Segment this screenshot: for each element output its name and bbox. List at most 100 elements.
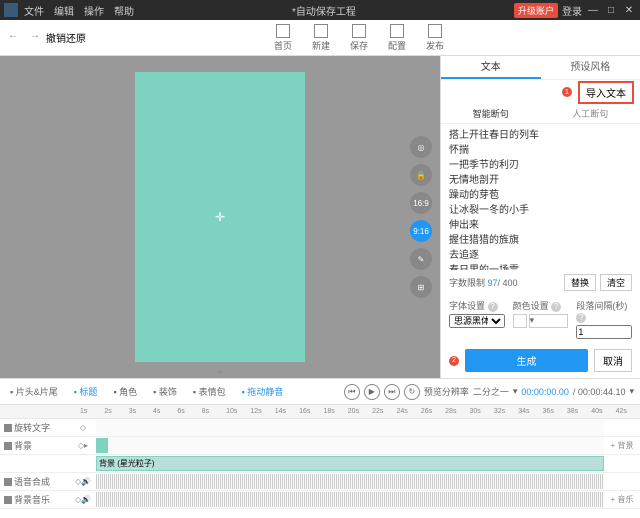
tab-text[interactable]: 文本 [441,56,541,79]
config-icon [390,24,404,38]
resolution-label: 预览分辨率 [424,385,469,398]
subtab-manual[interactable]: 人工断句 [541,104,640,123]
target-tool-icon[interactable]: ◎ [410,136,432,158]
waveform [96,492,604,507]
canvas-tools: ◎ 🔒 16:9 9:16 ✎ ⊞ [410,136,432,298]
forward-icon[interactable]: → [30,30,46,46]
track-bg: 背景 ◇▸ + 背景 [0,437,640,455]
lyrics-textarea[interactable]: 搭上开往春日的列车怀揣一把季节的利刃无情地剖开躁动的芽苞让冰裂一冬的小手伸出来握… [441,124,640,270]
track-content[interactable] [96,473,604,490]
track-content[interactable] [96,437,604,454]
color-dropdown[interactable]: ▾ [529,314,569,328]
char-count: 97 [488,278,498,288]
add-music-button[interactable]: + 音乐 [604,494,640,505]
time-total: / 00:00:44.10 [573,387,626,397]
expand-down-icon[interactable]: ⌄ [216,365,224,376]
tab-intro[interactable]: ▪ 片头&片尾 [6,385,62,398]
track-music: 背景音乐 ◇🔊 + 音乐 [0,491,640,509]
center-cross-icon: ✛ [215,210,225,224]
help-icon[interactable]: ? [488,302,498,312]
back-icon[interactable]: ← [8,30,24,46]
menu-edit[interactable]: 编辑 [54,3,74,18]
lock-tool-icon[interactable]: 🔒 [410,164,432,186]
edit-tool-icon[interactable]: ✎ [410,248,432,270]
help-icon[interactable]: ? [551,302,561,312]
menu-help[interactable]: 帮助 [114,3,134,18]
resolution-value[interactable]: 二分之一 [473,385,509,398]
close-icon[interactable]: ✕ [622,5,636,16]
minimize-icon[interactable]: — [586,5,600,16]
timeline-ruler[interactable]: 1s2s3s4s6s8s10s12s14s16s18s20s22s24s26s2… [0,405,640,419]
track-mute-icon[interactable]: ◇🔊 [70,495,96,504]
window-title: *自动保存工程 [134,3,514,18]
replace-button[interactable]: 替换 [564,274,596,291]
toolbar: ← → 撤销 还原 首页 新建 保存 配置 发布 [0,20,640,56]
track-visibility-icon[interactable]: ◇ [70,423,96,432]
next-button[interactable]: ⏭ [384,384,400,400]
help-icon[interactable]: ? [576,313,586,323]
tab-mute[interactable]: ▪ 拖动静音 [238,385,288,398]
color-swatch[interactable] [513,314,527,328]
home-icon [276,24,290,38]
clear-button[interactable]: 清空 [600,274,632,291]
canvas-area[interactable]: ✛ ◎ 🔒 16:9 9:16 ✎ ⊞ ⌄ [0,56,440,378]
tab-title[interactable]: ▪ 标题 [70,385,102,398]
subtab-smart[interactable]: 智能断句 [441,104,541,123]
prev-button[interactable]: ⏮ [344,384,360,400]
publish-icon [428,24,442,38]
font-setting-label: 字体设置 [449,301,485,311]
music-track-icon [4,496,12,504]
track-content[interactable] [96,491,604,508]
canvas[interactable]: ✛ [135,72,305,362]
play-button[interactable]: ▶ [364,384,380,400]
toolbar-home[interactable]: 首页 [274,24,292,52]
tab-sticker[interactable]: ▪ 表情包 [189,385,230,398]
bg-track-icon [4,442,12,450]
transform-tool-icon[interactable]: ⊞ [410,276,432,298]
timeline: 1s2s3s4s6s8s10s12s14s16s18s20s22s24s26s2… [0,404,640,518]
tab-role[interactable]: ▪ 角色 [109,385,141,398]
upgrade-badge[interactable]: 升级账户 [514,3,558,18]
cancel-button[interactable]: 取消 [594,349,632,372]
track-content[interactable]: 背景 (星光粒子) [96,455,604,472]
login-link[interactable]: 登录 [562,3,582,18]
ratio-16-9[interactable]: 16:9 [410,192,432,214]
track-content[interactable] [96,419,604,436]
add-bg-button[interactable]: + 背景 [604,440,640,451]
generate-button[interactable]: 生成 [465,349,588,372]
maximize-icon[interactable]: □ [604,5,618,16]
new-icon [314,24,328,38]
track-voice: 语音合成 ◇🔊 [0,473,640,491]
track-expand-icon[interactable]: ◇▸ [70,441,96,450]
toolbar-publish[interactable]: 发布 [426,24,444,52]
redo-label[interactable]: 还原 [66,30,86,45]
undo-label[interactable]: 撤销 [46,30,66,45]
toolbar-save[interactable]: 保存 [350,24,368,52]
interval-label: 段落间隔(秒) [576,301,627,311]
char-max: / 400 [498,278,518,288]
tab-decor[interactable]: ▪ 装饰 [149,385,181,398]
import-text-button[interactable]: 导入文本 [578,81,634,104]
menu-action[interactable]: 操作 [84,3,104,18]
time-current: 00:00:00.00 [521,387,569,397]
bg-clip[interactable]: 背景 (星光粒子) [96,456,604,471]
ratio-9-16[interactable]: 9:16 [410,220,432,242]
menu-file[interactable]: 文件 [24,3,44,18]
font-select[interactable]: 思源黑体 [449,314,505,328]
loop-button[interactable]: ↻ [404,384,420,400]
main-menu: 文件 编辑 操作 帮助 [24,3,134,18]
track-text: 旋转文字 ◇ [0,419,640,437]
track-bg-sub: 背景 (星光粒子) [0,455,640,473]
track-mute-icon[interactable]: ◇🔊 [70,477,96,486]
toolbar-new[interactable]: 新建 [312,24,330,52]
tab-preset[interactable]: 预设风格 [541,56,640,79]
step-2-badge: 2 [449,356,459,366]
interval-input[interactable] [576,325,632,339]
waveform [96,474,604,489]
bg-clip-short[interactable] [96,438,108,453]
text-track-icon [4,424,12,432]
char-limit-label: 字数限制 [449,276,485,289]
step-1-badge: 1 [562,87,572,97]
titlebar: 文件 编辑 操作 帮助 *自动保存工程 升级账户 登录 — □ ✕ [0,0,640,20]
toolbar-config[interactable]: 配置 [388,24,406,52]
